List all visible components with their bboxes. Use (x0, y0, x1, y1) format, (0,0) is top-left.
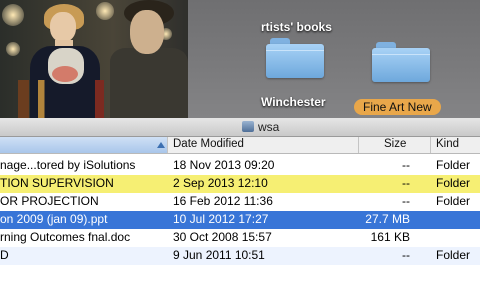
file-name: OR PROJECTION (0, 194, 99, 208)
column-kind[interactable]: Kind (436, 138, 459, 150)
file-size: -- (402, 194, 410, 208)
sort-ascending-icon[interactable] (157, 142, 165, 148)
file-name: nage...tored by iSolutions (0, 158, 136, 172)
fine-art-new-label[interactable]: Fine Art New (354, 99, 441, 115)
window-title: wsa (258, 120, 280, 134)
file-date: 10 Jul 2012 17:27 (173, 212, 269, 226)
file-date: 30 Oct 2008 15:57 (173, 230, 272, 244)
table-row[interactable]: rning Outcomes fnal.doc 30 Oct 2008 15:5… (0, 229, 480, 247)
file-name: D (0, 248, 9, 262)
winchester-label[interactable]: Winchester (261, 95, 326, 109)
table-row[interactable]: OR PROJECTION 16 Feb 2012 11:36 -- Folde… (0, 193, 480, 211)
artists-books-label[interactable]: rtists' books (261, 20, 332, 34)
file-size: -- (402, 176, 410, 190)
file-name: TION SUPERVISION (0, 176, 114, 190)
folder-icon[interactable] (266, 38, 324, 78)
table-row[interactable]: TION SUPERVISION 2 Sep 2013 12:10 -- Fol… (0, 175, 480, 193)
file-size: 161 KB (370, 230, 410, 244)
file-name: rning Outcomes fnal.doc (0, 230, 131, 244)
file-size: -- (402, 248, 410, 262)
painting-image (0, 0, 188, 118)
column-size[interactable]: Size (384, 138, 406, 150)
file-name: on 2009 (jan 09).ppt (0, 212, 108, 226)
file-kind: Folder (436, 158, 471, 172)
file-size: 27.7 MB (365, 212, 410, 226)
file-date: 2 Sep 2013 12:10 (173, 176, 268, 190)
file-date: 9 Jun 2011 10:51 (173, 248, 265, 262)
table-row-selected[interactable]: on 2009 (jan 09).ppt 10 Jul 2012 17:27 2… (0, 211, 480, 229)
folder-icon[interactable] (372, 42, 430, 82)
file-kind: Folder (436, 176, 471, 190)
table-row[interactable]: nage...tored by iSolutions 18 Nov 2013 0… (0, 157, 480, 175)
column-header: Date Modified Size Kind (0, 137, 480, 154)
drive-icon (242, 121, 254, 132)
window-titlebar[interactable]: wsa (0, 118, 480, 137)
table-row[interactable]: D 9 Jun 2011 10:51 -- Folder (0, 247, 480, 265)
file-date: 16 Feb 2012 11:36 (173, 194, 273, 208)
column-date-modified[interactable]: Date Modified (173, 138, 244, 150)
desktop-icon-view: rtists' books Winchester Fine Art New (0, 0, 480, 118)
column-name-header[interactable] (0, 137, 167, 153)
file-size: -- (402, 158, 410, 172)
file-date: 18 Nov 2013 09:20 (173, 158, 275, 172)
file-list: nage...tored by iSolutions 18 Nov 2013 0… (0, 157, 480, 265)
file-kind: Folder (436, 248, 471, 262)
file-kind: Folder (436, 194, 471, 208)
